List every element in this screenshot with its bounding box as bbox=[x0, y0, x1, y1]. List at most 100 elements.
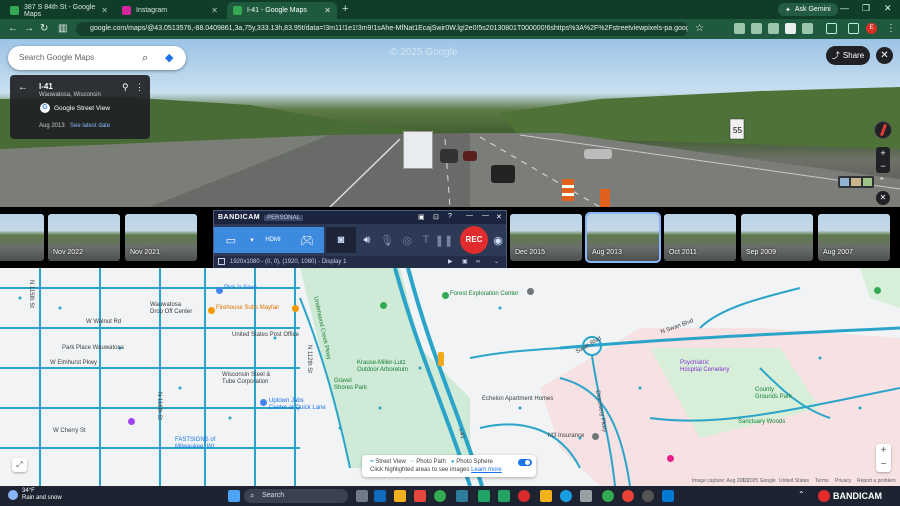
map-label[interactable]: Sanctuary Woods bbox=[738, 419, 785, 426]
webcam-off-icon[interactable]: ◙ bbox=[326, 227, 356, 253]
zoom-in-icon[interactable]: + bbox=[876, 444, 891, 458]
close-icon[interactable]: ✕ bbox=[496, 213, 502, 221]
extension-icon[interactable] bbox=[751, 23, 762, 34]
close-tab-icon[interactable]: ✕ bbox=[101, 6, 108, 15]
map-label[interactable]: Uptown Jabs Center at Quick Lane bbox=[269, 398, 326, 412]
street-view-toggle[interactable] bbox=[518, 459, 532, 466]
video-icon[interactable]: ▶ bbox=[448, 256, 453, 268]
map-view[interactable] bbox=[0, 268, 900, 486]
download-icon[interactable] bbox=[848, 23, 859, 34]
ask-gemini-button[interactable]: ✦ Ask Gemini bbox=[778, 3, 838, 16]
close-tab-icon[interactable]: ✕ bbox=[324, 6, 331, 15]
media-player-icon[interactable] bbox=[642, 490, 654, 502]
share-button[interactable]: ⤴ Share bbox=[826, 46, 870, 65]
app-icon[interactable] bbox=[414, 490, 426, 502]
back-arrow-icon[interactable]: ← bbox=[18, 82, 28, 93]
app-icon[interactable] bbox=[374, 490, 386, 502]
compass-icon[interactable] bbox=[874, 121, 892, 139]
close-street-view-button[interactable]: ✕ bbox=[876, 47, 893, 64]
map-label[interactable]: Echelon Apartment Homes bbox=[482, 396, 553, 403]
timeline-thumbnail[interactable]: Nov 2021 bbox=[125, 214, 197, 261]
thumbnail-icon[interactable] bbox=[862, 178, 872, 186]
minimize-icon[interactable]: — bbox=[840, 3, 849, 13]
task-view-icon[interactable] bbox=[356, 490, 368, 502]
expand-chevron-icon[interactable]: ⌃ bbox=[878, 176, 886, 187]
bandicam-icon[interactable] bbox=[518, 490, 530, 502]
place-pin-icon[interactable] bbox=[527, 288, 534, 295]
timeline-thumbnail[interactable]: Dec 2015 bbox=[510, 214, 582, 261]
microphone-off-icon[interactable]: 🎙︎ bbox=[378, 227, 396, 253]
extensions-puzzle-icon[interactable] bbox=[802, 23, 813, 34]
map-label[interactable]: Psychiatric Hospital Cemetery bbox=[680, 360, 729, 374]
excel-icon[interactable] bbox=[478, 490, 490, 502]
weather-icon[interactable] bbox=[8, 490, 18, 500]
game-mode-icon[interactable]: 🎮︎ bbox=[290, 227, 324, 253]
map-label[interactable]: FASTSIGNS of Milwaukee, WI bbox=[175, 437, 215, 451]
restaurant-pin-icon[interactable] bbox=[292, 305, 299, 312]
timeline-thumbnail[interactable] bbox=[0, 214, 44, 261]
map-label[interactable]: Park Place Wauwatosa bbox=[62, 345, 124, 352]
text-overlay-icon[interactable]: T bbox=[418, 227, 434, 253]
windows-start-icon[interactable] bbox=[228, 490, 240, 502]
tab-i41-maps[interactable]: I-41 - Google Maps ✕ bbox=[227, 2, 337, 19]
map-label[interactable]: County Grounds Park bbox=[755, 387, 792, 401]
back-arrow-icon[interactable]: ← bbox=[8, 23, 18, 35]
thumbnail-icon[interactable] bbox=[851, 178, 861, 186]
timeline-thumbnail[interactable]: Sep 2009 bbox=[741, 214, 813, 261]
bandicam-titlebar[interactable]: BANDICAM PERSONAL ▣ ⊡ ? — — ✕ bbox=[214, 211, 506, 224]
zoom-out-icon[interactable]: − bbox=[876, 160, 890, 173]
app-icon[interactable] bbox=[580, 490, 592, 502]
folder-icon[interactable]: ▣ bbox=[418, 213, 425, 221]
tab-search-icon[interactable]: ▥ bbox=[58, 23, 67, 35]
extension-icon[interactable] bbox=[768, 23, 779, 34]
zoom-in-icon[interactable]: + bbox=[876, 147, 890, 160]
folder-icon[interactable] bbox=[540, 490, 552, 502]
hdmi-mode-button[interactable]: HDMI bbox=[256, 227, 290, 253]
restore-icon[interactable]: — bbox=[482, 212, 489, 219]
privacy-link[interactable]: Privacy bbox=[835, 478, 851, 484]
see-latest-date-link[interactable]: See latest date bbox=[70, 123, 110, 129]
map-label[interactable]: Pick 'n Save bbox=[224, 285, 257, 292]
pin-icon[interactable]: ⚲ bbox=[122, 82, 129, 93]
map-label[interactable]: Krause-Miller-Lutz Outdoor Arboretum bbox=[357, 360, 408, 374]
layer-thumbnails[interactable] bbox=[838, 176, 874, 188]
timeline-thumbnail[interactable]: Oct 2011 bbox=[664, 214, 736, 261]
link-icon[interactable]: ∞ bbox=[476, 256, 480, 268]
app-icon[interactable] bbox=[456, 490, 468, 502]
shopping-pin-icon[interactable] bbox=[260, 399, 267, 406]
park-pin-icon[interactable] bbox=[380, 302, 387, 309]
camera-screenshot-icon[interactable]: ◉ bbox=[490, 227, 506, 253]
expand-map-icon[interactable]: ⤢ bbox=[12, 458, 27, 472]
lock-icon[interactable]: ⊡ bbox=[433, 213, 439, 221]
map-label[interactable]: Wauwatosa Drop Off Center bbox=[150, 302, 192, 316]
app-icon[interactable] bbox=[662, 490, 674, 502]
timeline-thumbnail-selected[interactable]: Aug 2013 bbox=[585, 212, 661, 263]
forward-arrow-icon[interactable]: → bbox=[24, 23, 34, 35]
close-timeline-button[interactable]: ✕ bbox=[876, 191, 890, 205]
zoom-out-icon[interactable]: − bbox=[876, 458, 891, 472]
more-options-icon[interactable]: ⋮ bbox=[135, 82, 144, 93]
chrome-icon[interactable] bbox=[622, 490, 634, 502]
weather-widget[interactable]: 34°F Rain and snow bbox=[22, 488, 62, 502]
app-icon[interactable] bbox=[498, 490, 510, 502]
screen-mode-icon[interactable]: ▭ bbox=[214, 227, 248, 253]
place-pin-icon[interactable] bbox=[667, 455, 674, 462]
system-tray-chevron-icon[interactable]: ⌃ bbox=[798, 490, 805, 499]
terms-link[interactable]: Terms bbox=[815, 478, 829, 484]
chrome-icon[interactable] bbox=[434, 490, 446, 502]
map-label[interactable]: Forest Exploration Center bbox=[450, 291, 518, 298]
pause-icon[interactable]: ❚❚ bbox=[435, 227, 453, 253]
minimize-icon[interactable]: — bbox=[466, 212, 473, 219]
map-label[interactable]: Gravel Shores Park bbox=[334, 378, 367, 392]
image-icon[interactable]: ▣ bbox=[462, 256, 468, 268]
close-window-icon[interactable]: ✕ bbox=[884, 3, 892, 14]
sidebar-icon[interactable] bbox=[826, 23, 837, 34]
reload-icon[interactable]: ↻ bbox=[40, 23, 48, 35]
url-input[interactable]: google.com/maps/@43.0513576,-88.0409861,… bbox=[76, 22, 688, 36]
mode-dropdown-icon[interactable]: ▾ bbox=[248, 227, 256, 253]
maximize-icon[interactable]: ❐ bbox=[862, 3, 870, 14]
more-menu-icon[interactable]: ⋮ bbox=[886, 23, 896, 35]
mouse-effect-icon[interactable]: ◎ bbox=[398, 227, 416, 253]
profile-avatar[interactable]: E bbox=[866, 23, 877, 34]
bandicam-toolbar[interactable]: BANDICAM PERSONAL ▣ ⊡ ? — — ✕ ▭ ▾ HDMI 🎮… bbox=[213, 210, 507, 268]
